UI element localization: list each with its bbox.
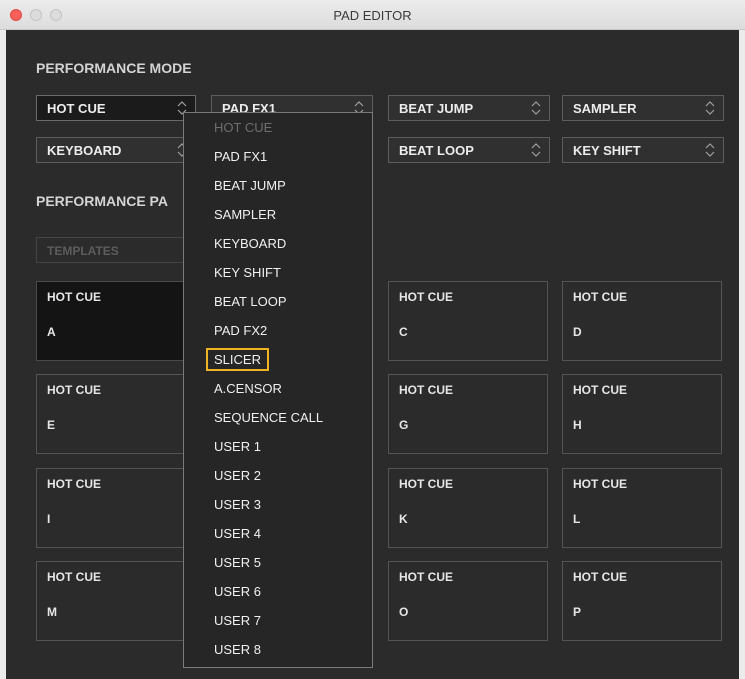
pad-letter: M (47, 605, 57, 619)
pad-mode: HOT CUE (573, 477, 627, 491)
mode-select-5[interactable]: KEYBOARD (36, 137, 196, 163)
menu-item-sampler[interactable]: SAMPLER (214, 207, 276, 222)
window-title: PAD EDITOR (333, 8, 412, 23)
pad-h[interactable]: HOT CUE H (562, 374, 722, 454)
pad-g[interactable]: HOT CUE G (388, 374, 548, 454)
select-label: KEY SHIFT (573, 143, 641, 158)
menu-item-pad-fx1[interactable]: PAD FX1 (214, 149, 267, 164)
menu-item-user-2[interactable]: USER 2 (214, 468, 261, 483)
menu-item-slicer[interactable]: SLICER (206, 348, 269, 371)
select-label: HOT CUE (47, 101, 106, 116)
pad-m[interactable]: HOT CUE M (36, 561, 196, 641)
mode-select-3[interactable]: BEAT JUMP (388, 95, 550, 121)
menu-item-a-censor[interactable]: A.CENSOR (214, 381, 282, 396)
templates-select[interactable]: TEMPLATES (36, 237, 196, 263)
templates-label: TEMPLATES (47, 244, 119, 258)
pad-letter: E (47, 418, 56, 432)
performance-mode-heading: PERFORMANCE MODE (36, 60, 192, 76)
pad-mode: HOT CUE (573, 570, 627, 584)
pad-mode: HOT CUE (47, 290, 101, 304)
menu-item-user-1[interactable]: USER 1 (214, 439, 261, 454)
menu-item-beat-loop[interactable]: BEAT LOOP (214, 294, 287, 309)
menu-item-user-5[interactable]: USER 5 (214, 555, 261, 570)
pad-letter: C (399, 325, 408, 339)
menu-item-key-shift[interactable]: KEY SHIFT (214, 265, 281, 280)
pad-letter: H (573, 418, 582, 432)
pad-e[interactable]: HOT CUE E (36, 374, 196, 454)
menu-item-user-8[interactable]: USER 8 (214, 642, 261, 657)
pad-letter: I (47, 512, 51, 526)
title-bar: PAD EDITOR (0, 0, 745, 30)
pad-mode: HOT CUE (399, 290, 453, 304)
pad-mode: HOT CUE (573, 383, 627, 397)
pad-i[interactable]: HOT CUE I (36, 468, 196, 548)
pad-d[interactable]: HOT CUE D (562, 281, 722, 361)
mode-select-1[interactable]: HOT CUE (36, 95, 196, 121)
pad-letter: A (47, 325, 56, 339)
pad-letter: L (573, 512, 581, 526)
menu-item-sequence-call[interactable]: SEQUENCE CALL (214, 410, 323, 425)
select-label: BEAT JUMP (399, 101, 474, 116)
menu-item-user-7[interactable]: USER 7 (214, 613, 261, 628)
select-label: BEAT LOOP (399, 143, 474, 158)
pad-letter: K (399, 512, 408, 526)
pad-letter: P (573, 605, 582, 619)
pad-c[interactable]: HOT CUE C (388, 281, 548, 361)
mode-select-6[interactable]: BEAT LOOP (388, 137, 550, 163)
pad-l[interactable]: HOT CUE L (562, 468, 722, 548)
menu-item-beat-jump[interactable]: BEAT JUMP (214, 178, 286, 193)
updown-arrows-icon (531, 101, 541, 115)
select-label: KEYBOARD (47, 143, 122, 158)
pad-mode: HOT CUE (47, 383, 101, 397)
pad-mode: HOT CUE (399, 570, 453, 584)
pad-mode: HOT CUE (47, 570, 101, 584)
pad-mode: HOT CUE (399, 383, 453, 397)
mode-select-7[interactable]: KEY SHIFT (562, 137, 724, 163)
pad-k[interactable]: HOT CUE K (388, 468, 548, 548)
updown-arrows-icon (531, 143, 541, 157)
pad-letter: O (399, 605, 409, 619)
updown-arrows-icon (705, 143, 715, 157)
menu-item-pad-fx2[interactable]: PAD FX2 (214, 323, 267, 338)
mode-select-4[interactable]: SAMPLER (562, 95, 724, 121)
pad-letter: D (573, 325, 582, 339)
pad-mode: HOT CUE (573, 290, 627, 304)
pad-a[interactable]: HOT CUE A (36, 281, 196, 361)
pad-letter: G (399, 418, 409, 432)
performance-pad-heading: PERFORMANCE PA (36, 193, 168, 209)
pad-mode: HOT CUE (399, 477, 453, 491)
menu-item-user-6[interactable]: USER 6 (214, 584, 261, 599)
menu-item-user-4[interactable]: USER 4 (214, 526, 261, 541)
select-label: SAMPLER (573, 101, 637, 116)
pad-p[interactable]: HOT CUE P (562, 561, 722, 641)
mode-dropdown-menu: HOT CUE PAD FX1 BEAT JUMP SAMPLER KEYBOA… (183, 112, 373, 668)
updown-arrows-icon (705, 101, 715, 115)
menu-item-user-3[interactable]: USER 3 (214, 497, 261, 512)
pad-mode: HOT CUE (47, 477, 101, 491)
menu-item-keyboard[interactable]: KEYBOARD (214, 236, 286, 251)
menu-item-hot-cue: HOT CUE (214, 120, 273, 135)
pad-o[interactable]: HOT CUE O (388, 561, 548, 641)
